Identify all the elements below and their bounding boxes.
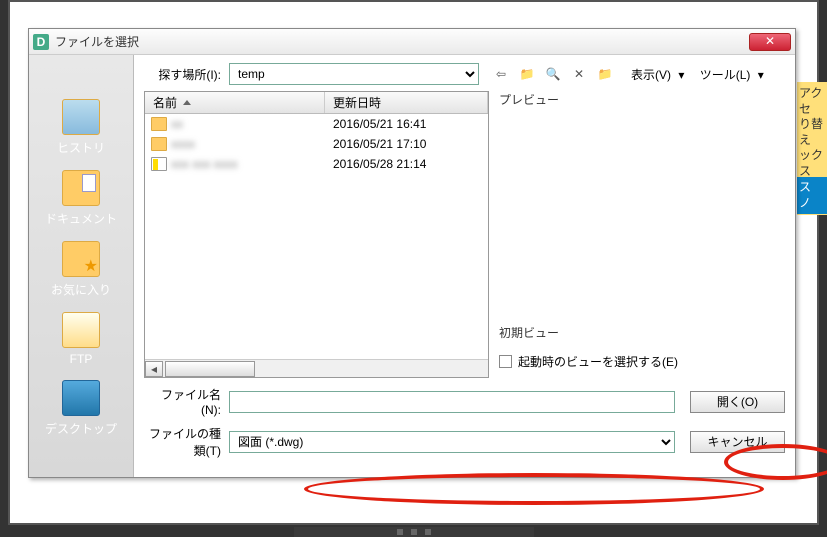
new-folder-icon[interactable]: 📁: [595, 64, 615, 84]
file-list[interactable]: 名前 更新日時 xx2016/05/21 16:41 xxxx2016/05/2…: [144, 91, 489, 378]
preview-label: プレビュー: [495, 91, 785, 108]
col-name[interactable]: 名前: [145, 92, 325, 113]
sidebar-favorites[interactable]: お気に入り: [36, 237, 126, 302]
filename-label: ファイル名(N):: [144, 386, 229, 417]
horizontal-scrollbar[interactable]: ◂: [145, 359, 488, 377]
look-in-select[interactable]: temp: [229, 63, 479, 85]
filetype-label: ファイルの種類(T): [144, 425, 229, 459]
up-folder-icon[interactable]: 📁: [517, 64, 537, 84]
sidebar-ftp[interactable]: FTP: [36, 308, 126, 370]
places-sidebar: ヒストリ ドキュメント お気に入り FTP デスクトップ: [29, 55, 134, 477]
dwg-file-icon: [151, 157, 167, 171]
file-select-dialog: D ファイルを選択 ✕ ヒストリ ドキュメント お気に入り FTP デスクトップ…: [28, 28, 796, 478]
preview-area: [495, 112, 785, 314]
side-ribbon: アクセり替えックス善する ス ノ: [797, 82, 827, 215]
folder-icon: [151, 137, 167, 151]
sidebar-desktop[interactable]: デスクトップ: [36, 376, 126, 441]
initial-view-label: 初期ビュー: [495, 324, 785, 341]
col-date[interactable]: 更新日時: [325, 92, 488, 113]
close-button[interactable]: ✕: [749, 33, 791, 51]
filetype-select[interactable]: 図面 (*.dwg): [229, 431, 675, 453]
tools-menu[interactable]: ツール(L) ▾: [696, 68, 764, 82]
dialog-title: ファイルを選択: [55, 33, 749, 50]
cancel-button[interactable]: キャンセル: [690, 431, 785, 453]
search-web-icon[interactable]: 🔍: [543, 64, 563, 84]
select-view-checkbox[interactable]: [499, 355, 512, 368]
app-icon: D: [33, 34, 49, 50]
delete-icon[interactable]: ✕: [569, 64, 589, 84]
file-row[interactable]: xx2016/05/21 16:41: [145, 114, 488, 134]
sidebar-documents[interactable]: ドキュメント: [36, 166, 126, 231]
file-row[interactable]: xxx xxx xxxx2016/05/28 21:14: [145, 154, 488, 174]
filename-input[interactable]: [229, 391, 675, 413]
view-menu[interactable]: 表示(V) ▾: [627, 68, 684, 82]
look-in-label: 探す場所(I):: [144, 66, 229, 83]
folder-icon: [151, 117, 167, 131]
select-view-label: 起動時のビューを選択する(E): [518, 353, 678, 370]
file-row[interactable]: xxxx2016/05/21 17:10: [145, 134, 488, 154]
sidebar-history[interactable]: ヒストリ: [36, 95, 126, 160]
open-button[interactable]: 開く(O): [690, 391, 785, 413]
back-icon[interactable]: ⇦: [491, 64, 511, 84]
